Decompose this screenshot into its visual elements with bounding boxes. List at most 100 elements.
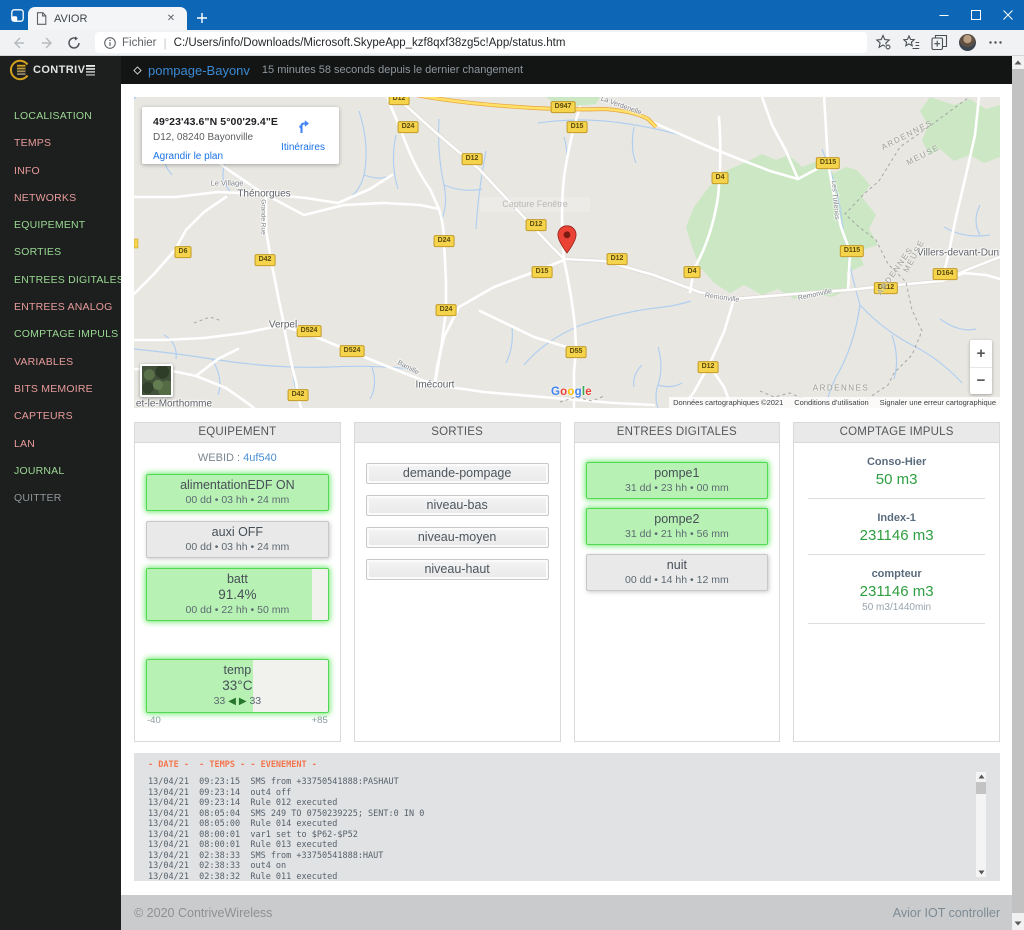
sidebar-item-localisation[interactable]: LOCALISATION [14, 103, 121, 130]
map-label-grande-rue: Grande Rue [259, 199, 267, 235]
new-tab-button[interactable] [192, 8, 212, 28]
address-bar[interactable]: Fichier | C:/Users/info/Downloads/Micros… [95, 32, 867, 53]
log-line: 13/04/21 08:00:01 Rule 013 executed [148, 840, 338, 850]
log-scrollbar-thumb[interactable] [976, 782, 986, 794]
status-tile-nuit[interactable]: nuit 00 dd • 14 hh • 12 mm [585, 554, 769, 591]
status-tile-temp[interactable]: temp 33°C 33 ◀ ▶ 33 [146, 659, 329, 713]
profile-avatar[interactable] [959, 34, 976, 51]
panel-sorties: SORTIES demande-pompage niveau-bas niveau-… [353, 422, 561, 742]
favorites-star-icon[interactable] [875, 34, 892, 51]
enlarge-map-link[interactable]: Agrandir le plan [153, 151, 223, 162]
map-marker[interactable] [557, 225, 577, 254]
panel-equipement: EQUIPEMENT WEBID : 4uf540 alimentationED… [134, 422, 341, 742]
google-logo: Google [551, 386, 592, 398]
department-label-ardennes: ARDENNES [812, 383, 870, 393]
road-badge-d4: D4 [711, 172, 729, 184]
tile-title: pompe2 [654, 512, 700, 526]
output-button-niveau-bas[interactable]: niveau-bas [365, 495, 549, 516]
close-button[interactable] [992, 0, 1024, 30]
status-tile-auxi-off[interactable]: auxi OFF 00 dd • 03 hh • 24 mm [146, 521, 329, 558]
collections-star-list-icon[interactable] [903, 34, 920, 51]
refresh-button[interactable] [63, 32, 85, 54]
scroll-down-icon[interactable] [1012, 917, 1024, 930]
log-scroll-up-icon[interactable] [976, 772, 986, 781]
output-button-demande-pompage[interactable]: demande-pompage [365, 463, 549, 484]
device-link[interactable]: pompage-Bayonv [148, 63, 250, 78]
road-badge-d947: D947 [550, 101, 576, 113]
status-tile-pompe1[interactable]: pompe1 31 dd • 23 hh • 00 mm [585, 462, 769, 499]
sidebar-item-journal[interactable]: JOURNAL [14, 458, 121, 485]
log-line: 13/04/21 09:23:14 out4 off [148, 787, 292, 798]
output-button-niveau-haut[interactable]: niveau-haut [365, 559, 549, 580]
log-scroll-down-icon[interactable] [976, 868, 986, 877]
sidebar-item-equipement[interactable]: EQUIPEMENT [14, 212, 121, 239]
satellite-view-toggle[interactable] [140, 364, 173, 397]
tile-subtitle: 00 dd • 03 hh • 24 mm [185, 494, 290, 506]
browser-titlebar: AVIOR ✕ [0, 0, 1024, 30]
road-badge-d24: D24 [435, 304, 457, 316]
event-log-header: - DATE - - TEMPS - - EVENEMENT - [148, 760, 317, 770]
log-line: 13/04/21 02:38:33 out4 on [148, 861, 287, 871]
url-separator: | [163, 35, 167, 50]
panel-comptage-impuls: COMPTAGE IMPULS Conso-Hier 50 m3 Index-1 23… [793, 422, 1000, 742]
status-tile-pompe2[interactable]: pompe2 31 dd • 21 hh • 56 mm [585, 508, 769, 545]
collections-icon[interactable] [931, 34, 948, 51]
sidebar-item-sorties[interactable]: SORTIES [14, 239, 121, 266]
event-log-scrollbar[interactable] [976, 772, 986, 877]
scrollbar-thumb[interactable] [1012, 69, 1024, 913]
back-button[interactable] [7, 32, 29, 54]
sidebar-item-entrees-analog[interactable]: ENTREES ANALOG [14, 294, 121, 321]
sidebar-item-capteurs[interactable]: CAPTEURS [14, 403, 121, 430]
sidebar-item-bits-memoire[interactable]: BITS MEMOIRE [14, 376, 121, 403]
sidebar-item-lan[interactable]: LAN [14, 431, 121, 458]
log-line: 13/04/21 09:23:15 SMS from +33750541888:… [148, 777, 399, 787]
tab-title: AVIOR [54, 12, 88, 25]
webid-link[interactable]: 4uf540 [243, 452, 277, 464]
panel-comptage-impuls-title: COMPTAGE IMPULS [794, 423, 999, 443]
sidebar-item-networks[interactable]: NETWORKS [14, 185, 121, 212]
sidebar-item-variables[interactable]: VARIABLES [14, 349, 121, 376]
tile-subtitle: 31 dd • 23 hh • 00 mm [625, 482, 729, 494]
map-label-villers-devant-dun: Villers-devant-Dun [916, 247, 1000, 259]
sidebar-item-quitter[interactable]: QUITTER [14, 485, 121, 512]
window-scrollbar[interactable] [1012, 56, 1024, 930]
road-badge-d524: D524 [339, 345, 365, 357]
browser-tab[interactable]: AVIOR ✕ [28, 7, 187, 30]
location-map[interactable]: Capture Fenêtre D947 D12 D24 D15 D12 D12 D12 D1… [134, 97, 1000, 408]
attribution-2[interactable]: Signaler une erreur cartographique [880, 398, 996, 407]
road-badge-d55: D55 [565, 346, 587, 358]
maximize-button[interactable] [960, 0, 992, 30]
forward-button[interactable] [37, 32, 59, 54]
url-text: C:/Users/info/Downloads/Microsoft.SkypeA… [173, 36, 566, 49]
tab-close-icon[interactable]: ✕ [163, 11, 179, 27]
status-tile-batt[interactable]: batt 91.4% 00 dd • 22 hh • 50 mm [146, 568, 329, 621]
sidebar-item-comptage-impuls[interactable]: COMPTAGE IMPULS [14, 321, 121, 348]
zoom-in-button[interactable]: + [970, 340, 992, 368]
info-icon[interactable] [104, 36, 116, 49]
attribution-1[interactable]: Conditions d'utilisation [794, 398, 868, 407]
directions-link[interactable]: Itinéraires [277, 142, 329, 153]
copyright-text: © 2020 ContriveWireless [134, 906, 273, 920]
edge-workspaces-icon[interactable] [11, 9, 24, 22]
road-badge-d4: D4 [683, 266, 701, 278]
sidebar-item-entrees-digitales[interactable]: ENTREES DIGITALES [14, 267, 124, 294]
scroll-up-icon[interactable] [1012, 56, 1024, 69]
counter-value: 50 m3 [875, 471, 918, 488]
window-controls [928, 0, 1024, 30]
directions-icon[interactable] [295, 118, 311, 134]
page-footer: © 2020 ContriveWireless Avior IOT contro… [121, 895, 1012, 930]
sidebar-item-info[interactable]: INFO [14, 158, 121, 185]
counter-value: 231146 m3 [859, 527, 934, 544]
road-badge-d24: D24 [433, 235, 455, 247]
browser-toolbar: Fichier | C:/Users/info/Downloads/Micros… [0, 30, 1024, 56]
output-button-niveau-moyen[interactable]: niveau-moyen [365, 527, 549, 548]
zoom-out-button[interactable]: − [970, 368, 992, 395]
minimize-button[interactable] [928, 0, 960, 30]
more-menu-icon[interactable] [987, 34, 1004, 51]
brand-e-bars-icon [86, 65, 96, 76]
status-tile-alimentationedf-on[interactable]: alimentationEDF ON 00 dd • 03 hh • 24 mm [146, 474, 329, 511]
event-log[interactable]: - DATE - - TEMPS - - EVENEMENT - 13/04/2… [134, 753, 1000, 881]
sidebar-item-temps[interactable]: TEMPS [14, 130, 121, 157]
road-badge-d12: D12 [525, 219, 547, 231]
attribution-0: Données cartographiques ©2021 [673, 398, 784, 407]
